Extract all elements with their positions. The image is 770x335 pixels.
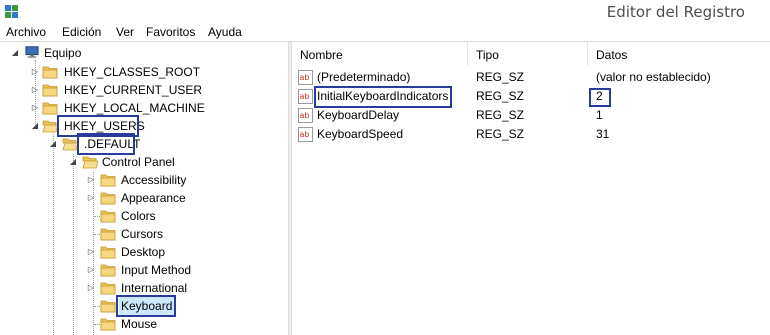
highlight-box-data-value [589, 88, 611, 107]
tree-item-mouse[interactable]: Mouse [0, 315, 288, 333]
collapse-icon[interactable]: ◢ [30, 117, 40, 135]
computer-icon [25, 46, 39, 58]
value-type: REG_SZ [476, 127, 525, 141]
folder-icon [42, 83, 58, 97]
collapse-icon[interactable]: ◢ [10, 44, 20, 62]
value-name: (Predeterminado) [317, 70, 411, 84]
title-bar: Editor del Registro [0, 0, 770, 24]
menu-archivo[interactable]: Archivo [6, 25, 46, 39]
open-folder-icon [42, 119, 58, 133]
expand-icon[interactable]: ▷ [30, 81, 40, 99]
tree-label: Cursors [121, 227, 164, 241]
tree-label: Colors [121, 209, 156, 223]
tree-label: Equipo [44, 46, 82, 60]
folder-icon [100, 191, 116, 205]
expand-icon[interactable]: ▷ [86, 261, 96, 279]
value-type: REG_SZ [476, 70, 525, 84]
tree-label: Appearance [121, 191, 186, 205]
tree-item-hkcu[interactable]: ▷ HKEY_CURRENT_USER [0, 81, 288, 99]
value-data: 31 [596, 127, 610, 141]
highlight-box-keyboard [116, 295, 176, 317]
key-tree[interactable]: ◢ Equipo ▷ HKEY_CLASSES_ROOT ▷ HKEY_CURR… [0, 42, 288, 335]
string-value-icon [298, 70, 313, 85]
menu-ayuda[interactable]: Ayuda [208, 25, 242, 39]
tree-item-hku[interactable]: ◢ HKEY_USERS [0, 117, 288, 135]
value-name: KeyboardDelay [317, 108, 400, 122]
column-header-datos[interactable]: Datos [588, 42, 770, 66]
folder-icon [100, 245, 116, 259]
tree-label: Accessibility [121, 173, 187, 187]
string-value-icon [298, 127, 313, 142]
value-type: REG_SZ [476, 108, 525, 122]
tree-item-hkcr[interactable]: ▷ HKEY_CLASSES_ROOT [0, 63, 288, 81]
tree-item-input-method[interactable]: ▷ Input Method [0, 261, 288, 279]
value-data: 1 [596, 108, 603, 122]
value-row[interactable]: KeyboardDelay REG_SZ 1 [292, 106, 770, 125]
folder-icon [42, 65, 58, 79]
window-title: Editor del Registro [606, 3, 745, 21]
open-folder-icon [82, 155, 98, 169]
tree-label: Mouse [121, 317, 158, 331]
tree-item-colors[interactable]: Colors [0, 207, 288, 225]
folder-icon [100, 227, 116, 241]
values-list[interactable]: Nombre Tipo Datos (Predeterminado) REG_S… [292, 42, 770, 335]
folder-icon [100, 173, 116, 187]
collapse-icon[interactable]: ◢ [48, 135, 58, 153]
folder-icon [100, 317, 116, 331]
highlight-box-default [77, 133, 135, 155]
expand-icon[interactable]: ▷ [86, 171, 96, 189]
menu-edicion[interactable]: Edición [62, 25, 101, 39]
string-value-icon [298, 108, 313, 123]
folder-icon [100, 209, 116, 223]
menu-favoritos[interactable]: Favoritos [146, 25, 195, 39]
expand-icon[interactable]: ▷ [30, 63, 40, 81]
column-header-tipo[interactable]: Tipo [468, 42, 588, 66]
string-value-icon [298, 89, 313, 104]
tree-item-desktop[interactable]: ▷ Desktop [0, 243, 288, 261]
tree-label: Desktop [121, 245, 166, 259]
tree-item-accessibility[interactable]: ▷ Accessibility [0, 171, 288, 189]
value-row[interactable]: (Predeterminado) REG_SZ (valor no establ… [292, 68, 770, 87]
open-folder-icon [62, 137, 78, 151]
menu-bar: Archivo Edición Ver Favoritos Ayuda [0, 24, 770, 42]
tree-item-hklm[interactable]: ▷ HKEY_LOCAL_MACHINE [0, 99, 288, 117]
tree-item-control-panel[interactable]: ◢ Control Panel [0, 153, 288, 171]
expand-icon[interactable]: ▷ [86, 189, 96, 207]
expand-icon[interactable]: ▷ [86, 279, 96, 297]
tree-label: Control Panel [102, 155, 175, 169]
tree-label: Input Method [121, 263, 192, 277]
menu-ver[interactable]: Ver [116, 25, 134, 39]
collapse-icon[interactable]: ◢ [68, 153, 78, 171]
folder-icon [100, 263, 116, 277]
tree-item-appearance[interactable]: ▷ Appearance [0, 189, 288, 207]
expand-icon[interactable]: ▷ [86, 243, 96, 261]
tree-item-cursors[interactable]: Cursors [0, 225, 288, 243]
tree-label: HKEY_CLASSES_ROOT [64, 65, 201, 79]
folder-icon [42, 101, 58, 115]
highlight-box-initial-keyboard-indicators [314, 86, 452, 108]
value-name: KeyboardSpeed [317, 127, 404, 141]
folder-icon [100, 299, 116, 313]
expand-icon[interactable]: ▷ [30, 99, 40, 117]
tree-item-equipo[interactable]: ◢ Equipo [0, 44, 288, 62]
value-row[interactable]: KeyboardSpeed REG_SZ 31 [292, 125, 770, 144]
value-type: REG_SZ [476, 89, 525, 103]
tree-label: HKEY_CURRENT_USER [64, 83, 203, 97]
value-data: (valor no establecido) [596, 70, 711, 84]
column-header-nombre[interactable]: Nombre [292, 42, 468, 66]
tree-item-default[interactable]: ◢ .DEFAULT [0, 135, 288, 153]
folder-icon [100, 281, 116, 295]
